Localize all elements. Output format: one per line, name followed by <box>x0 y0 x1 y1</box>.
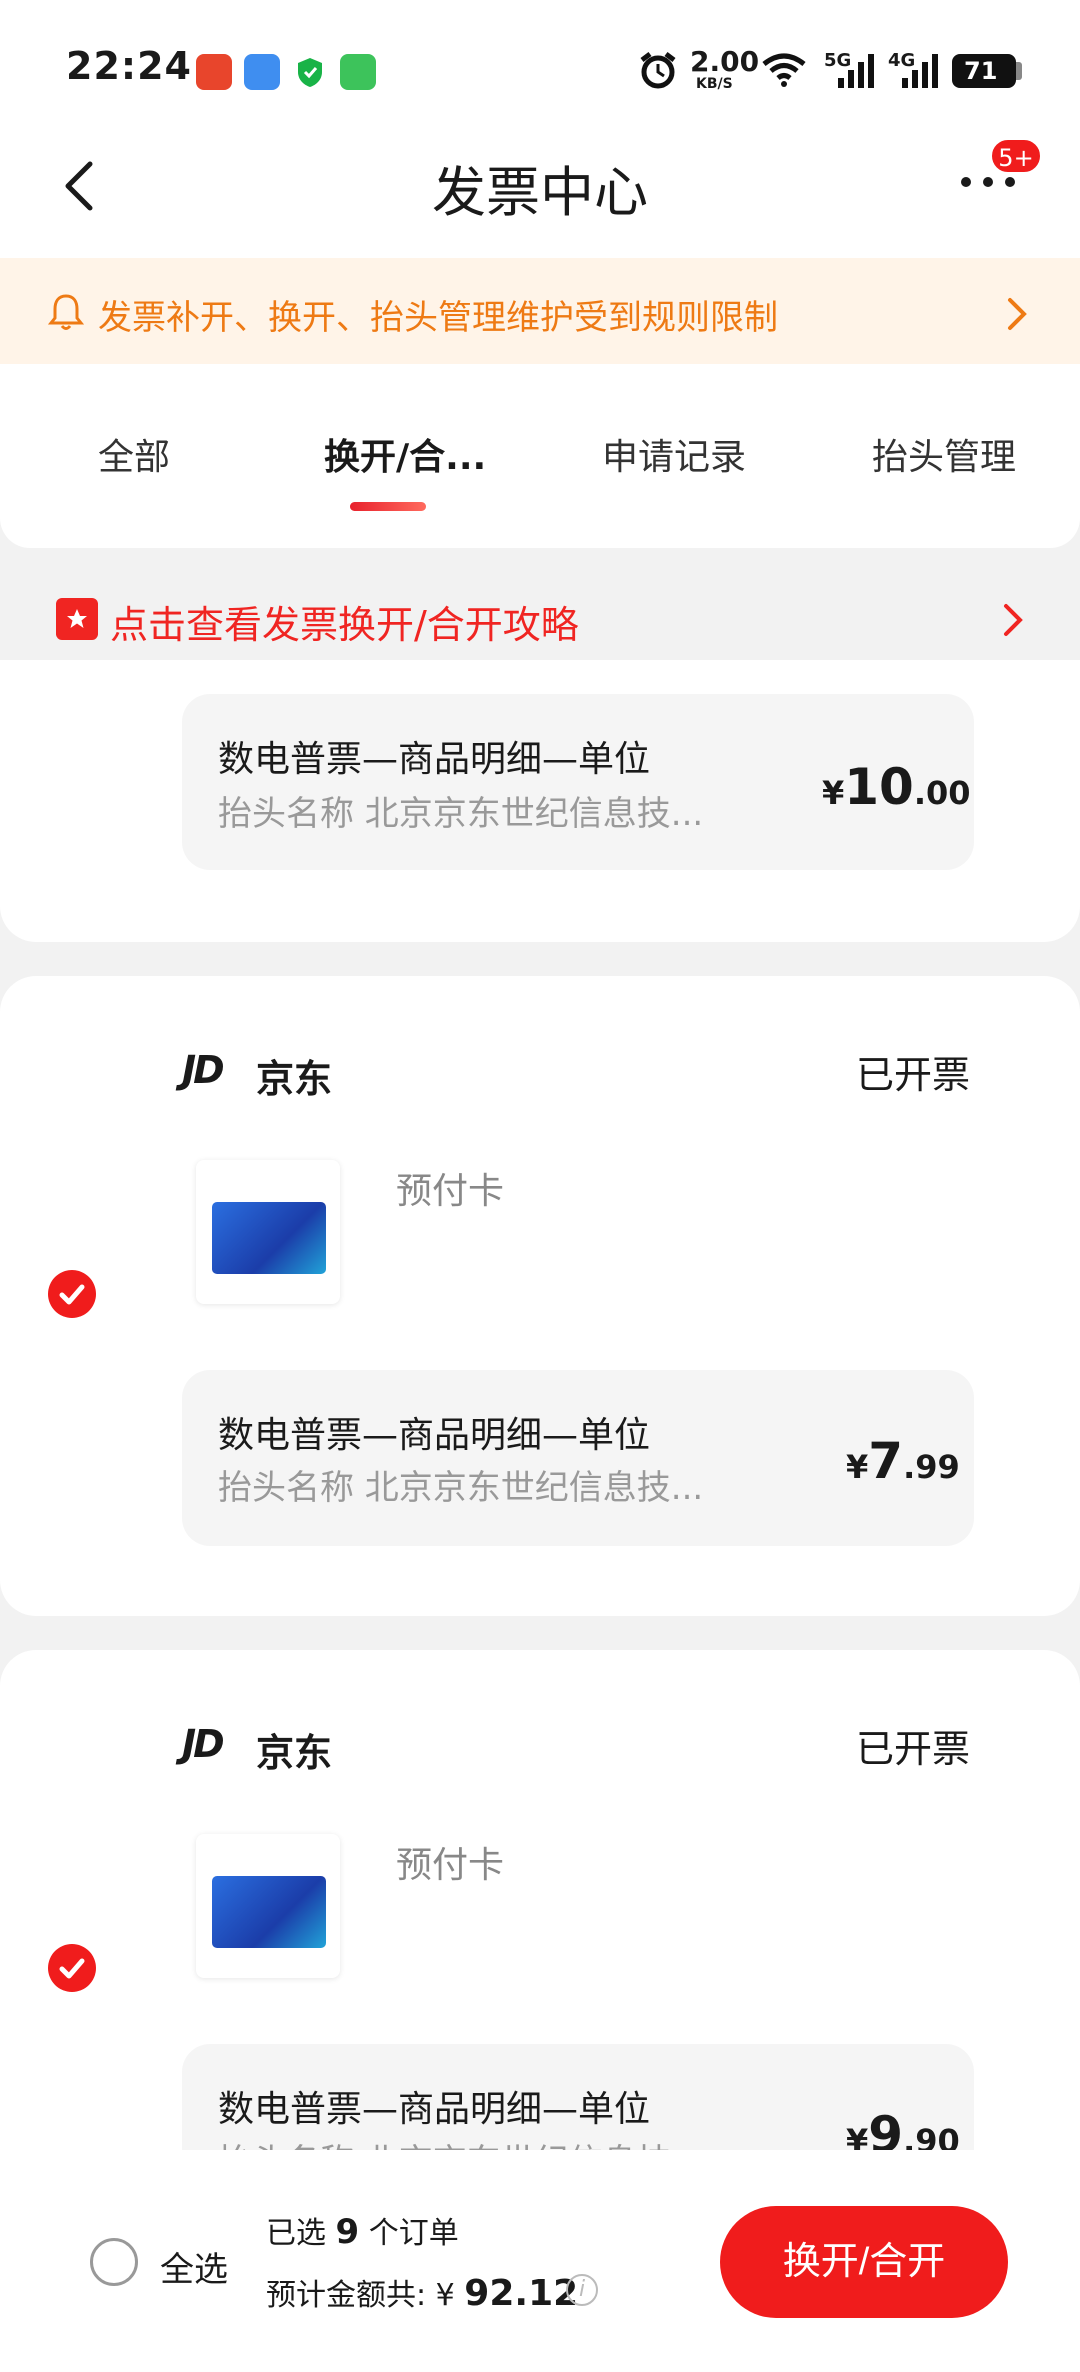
shop-name: 京东 <box>256 1057 333 1101</box>
invoice-title-name: 抬头名称 北京京东世纪信息技... <box>218 794 704 834</box>
weather-app-icon <box>244 54 280 90</box>
signal-bars-2-icon <box>896 54 940 90</box>
order-checkbox-checked[interactable] <box>48 1270 96 1318</box>
select-all-label[interactable]: 全选 <box>160 2242 228 2291</box>
jd-logo: JD <box>182 1722 225 1766</box>
shield-app-icon <box>292 54 328 90</box>
exchange-merge-button[interactable]: 换开/合开 <box>720 2206 1008 2318</box>
bookmark-star-icon <box>56 598 98 640</box>
product-name: 预付卡 <box>396 1845 505 1886</box>
bell-icon <box>47 292 85 332</box>
message-app-icon <box>340 54 376 90</box>
tab-application-records[interactable]: 申请记录 <box>602 428 746 480</box>
order-checkbox-checked[interactable] <box>48 1944 96 1992</box>
battery-tip <box>1016 62 1022 80</box>
battery-icon: 71 <box>952 54 1016 88</box>
net-speed-unit: KB/S <box>696 76 733 92</box>
alarm-icon <box>638 50 678 90</box>
invoice-type: 数电普票—商品明细—单位 <box>218 1415 651 1456</box>
prepaid-card-image <box>212 1876 326 1948</box>
estimated-total-text: 预计金额共: ¥ 92.12 <box>266 2273 579 2314</box>
page-title: 发票中心 <box>432 161 648 224</box>
battery-level: 71 <box>964 57 998 85</box>
jd-logo: JD <box>182 1048 225 1092</box>
estimated-total-amount: 92.12 <box>464 2273 579 2314</box>
invoice-type: 数电普票—商品明细—单位 <box>218 739 651 780</box>
signal-bars-icon <box>832 54 876 90</box>
message-count-badge: 5+ <box>990 138 1042 174</box>
guide-link-text: 点击查看发票换开/合开攻略 <box>110 603 579 647</box>
select-all-radio[interactable] <box>90 2238 138 2286</box>
notice-text: 发票补开、换开、抬头管理维护受到规则限制 <box>98 298 778 338</box>
product-thumbnail[interactable] <box>196 1834 340 1978</box>
wifi-icon <box>760 52 808 88</box>
invoice-status: 已开票 <box>856 1053 971 1097</box>
notice-chevron-right-icon <box>1006 296 1028 332</box>
tab-title-management[interactable]: 抬头管理 <box>872 428 1016 480</box>
shop-name: 京东 <box>256 1731 333 1775</box>
status-time: 22:24 <box>66 44 192 88</box>
selected-count: 9 <box>335 2212 360 2252</box>
tab-all[interactable]: 全部 <box>98 428 170 480</box>
guide-chevron-right-icon <box>1002 602 1024 638</box>
active-tab-indicator <box>350 502 426 511</box>
selected-count-text: 已选 9 个订单 <box>266 2212 459 2252</box>
bank-app-icon <box>196 54 232 90</box>
invoice-title-name: 抬头名称 北京京东世纪信息技... <box>218 1468 704 1508</box>
net-speed-value: 2.00 <box>690 45 760 78</box>
invoice-amount: ¥10.00 <box>822 758 971 816</box>
invoice-type: 数电普票—商品明细—单位 <box>218 2089 651 2130</box>
prepaid-card-image <box>212 1202 326 1274</box>
invoice-amount: ¥7.99 <box>846 1432 960 1490</box>
tab-exchange-merge[interactable]: 换开/合... <box>324 428 486 480</box>
product-thumbnail[interactable] <box>196 1160 340 1304</box>
product-name: 预付卡 <box>396 1171 505 1212</box>
info-icon[interactable]: i <box>566 2274 598 2306</box>
more-dots-icon[interactable] <box>958 172 1018 192</box>
invoice-status: 已开票 <box>856 1727 971 1771</box>
